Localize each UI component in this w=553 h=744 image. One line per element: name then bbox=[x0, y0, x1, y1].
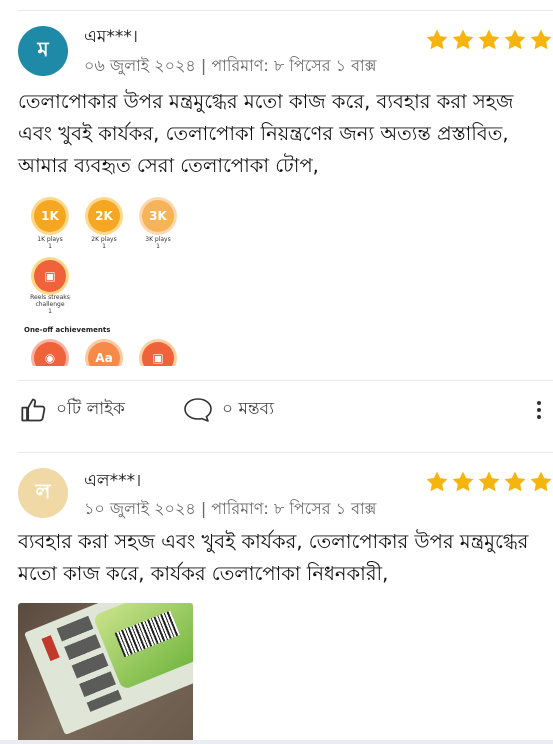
streak-count: 1 bbox=[48, 308, 52, 315]
star-icon bbox=[478, 29, 500, 50]
star-icon bbox=[426, 471, 448, 492]
badge-count: 1 bbox=[156, 243, 160, 250]
target-badge: ◉ bbox=[34, 342, 66, 366]
star-icon bbox=[504, 471, 526, 492]
comment-button[interactable]: ০ মন্তব্য bbox=[182, 396, 274, 424]
vertical-ellipsis-icon bbox=[537, 401, 541, 405]
star-rating bbox=[425, 470, 553, 494]
more-options-button[interactable] bbox=[537, 398, 543, 422]
star-icon bbox=[426, 29, 448, 50]
star-icon bbox=[530, 29, 552, 50]
review-text: ব্যবহার করা সহজ এবং খুবই কার্যকর, তেলাপো… bbox=[18, 530, 529, 585]
film-icon: ▣ bbox=[152, 351, 164, 365]
badge-caption-text: 1K plays bbox=[37, 236, 63, 243]
badge-count: 1 bbox=[102, 243, 106, 250]
like-button[interactable]: ০টি লাইক bbox=[20, 396, 125, 424]
badge-label: 2K bbox=[95, 209, 113, 223]
badge-1k: 1K bbox=[34, 200, 66, 232]
badge-caption-text: 3K plays bbox=[145, 236, 171, 243]
star-icon bbox=[478, 471, 500, 492]
comment-count: ০ মন্তব্য bbox=[222, 399, 275, 419]
review-text: তেলাপোকার উপর মন্ত্রমুগ্ধের মতো কাজ করে,… bbox=[18, 90, 514, 177]
star-icon bbox=[504, 29, 526, 50]
reviewer-name: এম***। bbox=[84, 27, 138, 47]
product-box bbox=[24, 603, 193, 735]
avatar: ম bbox=[18, 26, 68, 76]
badge-caption: 1K plays 1 bbox=[28, 236, 72, 250]
bottom-bar bbox=[0, 740, 553, 744]
star-icon bbox=[452, 29, 474, 50]
thumbs-up-icon bbox=[21, 398, 46, 422]
action-divider bbox=[18, 380, 553, 381]
badge-label: Aa bbox=[95, 351, 113, 365]
avatar-letter: ম bbox=[37, 36, 49, 61]
badge-2k: 2K bbox=[88, 200, 120, 232]
review-meta: ০৬ জুলাই ২০২৪ | পারিমাণ: ৮ পিসের ১ বাক্স bbox=[84, 56, 377, 75]
reels-streak-badge: ▣ bbox=[34, 260, 66, 292]
badge-label: 3K bbox=[149, 209, 167, 223]
review-image[interactable]: 1K 1K plays 1 2K 2K plays 1 3K 3K plays … bbox=[18, 190, 186, 366]
badge-count: 1 bbox=[48, 243, 52, 250]
like-count: ০টি লাইক bbox=[56, 399, 125, 419]
aa-badge: Aa bbox=[88, 342, 120, 366]
review-card: ম এম***। ০৬ জুলাই ২০২৪ | পারিমাণ: ৮ পিসে… bbox=[0, 0, 553, 452]
avatar: ল bbox=[18, 468, 68, 518]
streak-caption: Reels streaks challenge 1 bbox=[24, 294, 76, 315]
review-image[interactable] bbox=[18, 603, 193, 744]
badge-caption: 3K plays 1 bbox=[136, 236, 180, 250]
review-meta: ১০ জুলাই ২০২৪ | পারিমাণ: ৮ পিসের ১ বাক্স bbox=[84, 499, 377, 518]
badge-caption-text: 2K plays bbox=[91, 236, 117, 243]
target-icon: ◉ bbox=[44, 351, 56, 365]
badge-label: 1K bbox=[41, 209, 59, 223]
streak-caption-text: Reels streaks challenge bbox=[30, 294, 70, 308]
review-card: ল এল***। ১০ জুলাই ২০২৪ | পারিমাণ: ৮ পিসে… bbox=[0, 452, 553, 744]
film-icon: ▣ bbox=[44, 269, 56, 283]
product-red-mark bbox=[41, 635, 60, 662]
reels-badge: ▣ bbox=[142, 342, 174, 366]
badge-3k: 3K bbox=[142, 200, 174, 232]
star-icon bbox=[530, 471, 552, 492]
star-rating bbox=[425, 28, 553, 52]
avatar-letter: ল bbox=[35, 478, 51, 503]
reviewer-name: এল***। bbox=[84, 471, 142, 491]
badge-caption: 2K plays 1 bbox=[82, 236, 126, 250]
star-icon bbox=[452, 471, 474, 492]
achievements-title: One-off achievements bbox=[24, 326, 111, 334]
speech-bubble-icon bbox=[184, 398, 212, 422]
